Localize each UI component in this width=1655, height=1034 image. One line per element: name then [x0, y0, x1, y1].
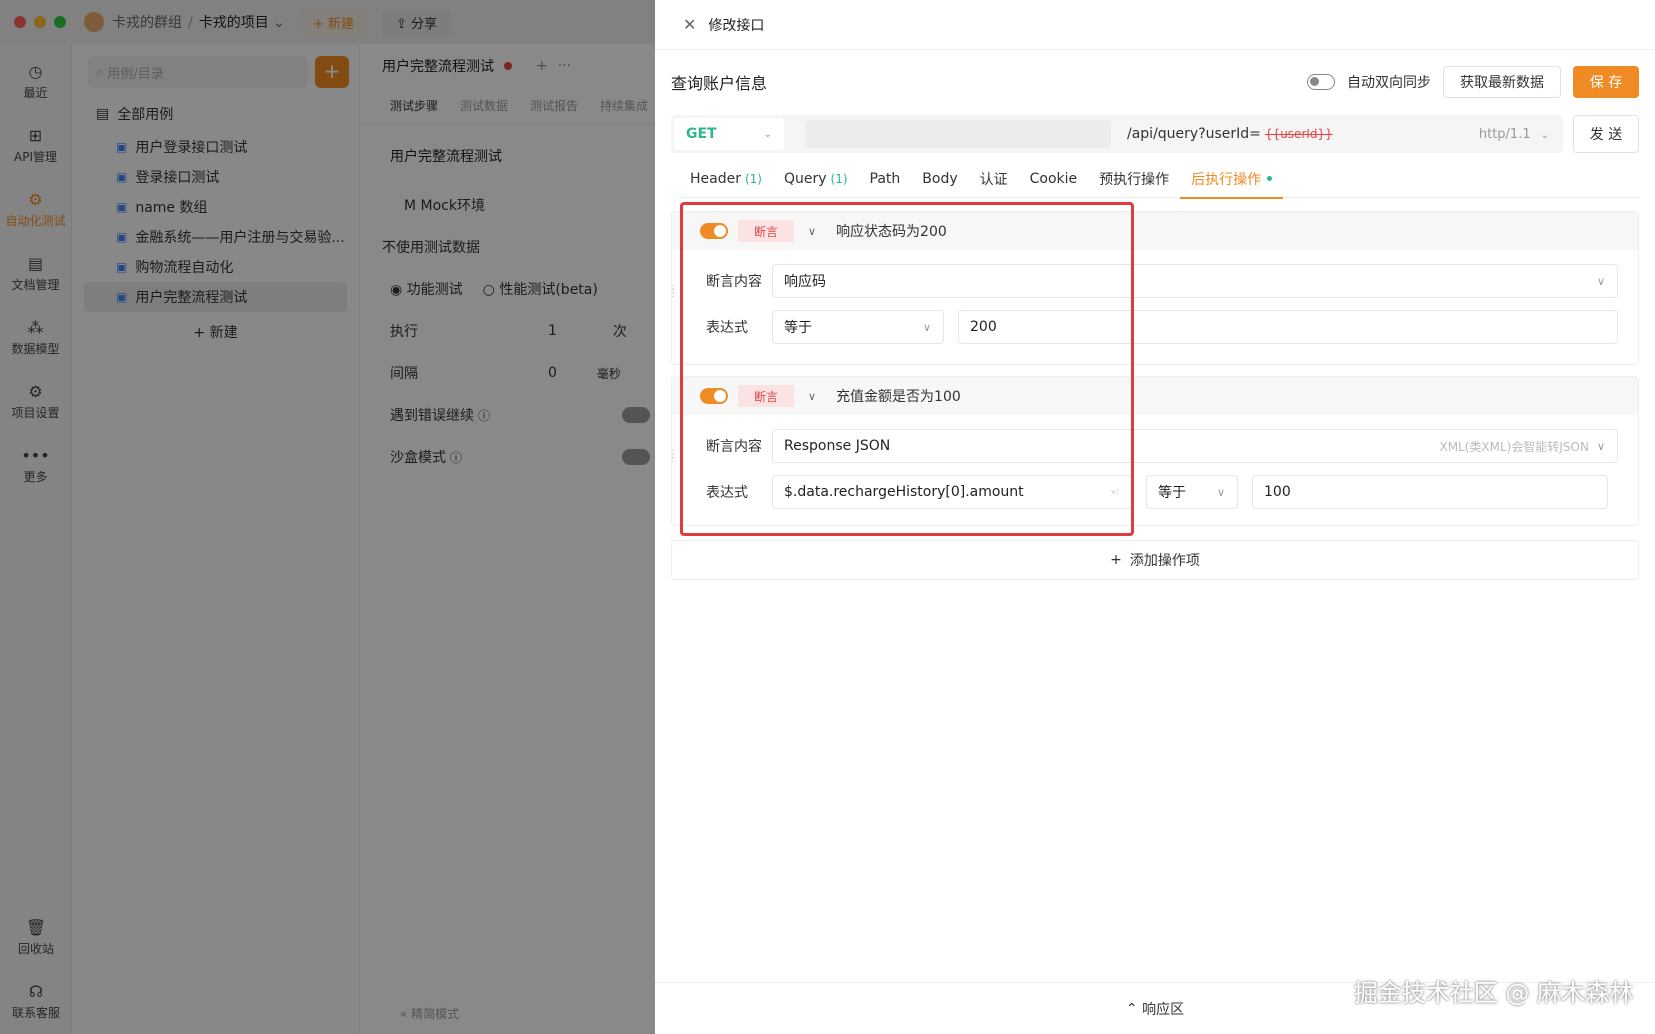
- save-button[interactable]: 保 存: [1573, 66, 1639, 98]
- chevron-down-icon[interactable]: ∨: [808, 225, 816, 238]
- tab-预执行操作[interactable]: 预执行操作: [1088, 160, 1180, 198]
- close-icon[interactable]: ✕: [683, 15, 696, 34]
- expression-row: 表达式 $.data.rechargeHistory[0].amount ☜ 等…: [672, 469, 1638, 515]
- operator-select[interactable]: 等于 ∨: [1146, 475, 1238, 509]
- url-bar: GET ⌄ /api/query?userId= {{userId}} http…: [671, 115, 1563, 153]
- api-header-row: 查询账户信息 自动双向同步 获取最新数据 保 存: [671, 64, 1639, 100]
- expected-value: 200: [970, 319, 997, 335]
- operator-select[interactable]: 等于 ∨: [772, 310, 944, 344]
- tab-label: 认证: [979, 171, 1008, 188]
- chevron-down-icon: ⌄: [763, 128, 772, 140]
- tab-count: (1): [744, 171, 762, 186]
- edit-api-drawer: ✕ 修改接口 查询账户信息 自动双向同步 获取最新数据 保 存 GET ⌄ /a…: [655, 0, 1655, 1034]
- operator-value: 等于: [1158, 485, 1186, 501]
- base-url-field[interactable]: [806, 120, 1111, 148]
- drawer-title: 修改接口: [708, 17, 765, 34]
- tab-认证[interactable]: 认证: [969, 160, 1019, 198]
- tab-query[interactable]: Query (1): [773, 160, 859, 198]
- expression-label: 表达式: [706, 485, 748, 501]
- modal-overlay[interactable]: [0, 0, 655, 1034]
- active-dot: [1267, 176, 1273, 181]
- tab-label: 后执行操作: [1191, 171, 1262, 188]
- op-header: 断言 ∨ 响应状态码为200: [672, 212, 1638, 250]
- op-name[interactable]: 响应状态码为200: [836, 221, 947, 241]
- drawer-header: ✕ 修改接口: [655, 0, 1655, 50]
- assert-content-select[interactable]: Response JSON XML(类XML)会智能转JSON ∨: [772, 429, 1618, 463]
- assert-content-row: 断言内容 响应码 ∨: [672, 258, 1638, 304]
- op-header: 断言 ∨ 充值金额是否为100: [672, 377, 1638, 415]
- op-enable-toggle[interactable]: [700, 388, 728, 404]
- chevron-down-icon: ∨: [1216, 485, 1225, 499]
- add-operation-button[interactable]: + 添加操作项: [671, 540, 1639, 580]
- drag-handle-icon[interactable]: ⋮ ⋮: [668, 450, 678, 464]
- send-button[interactable]: 发 送: [1573, 115, 1639, 153]
- path-input[interactable]: /api/query?userId=: [1127, 126, 1261, 142]
- jsonpath-input[interactable]: $.data.rechargeHistory[0].amount ☜: [772, 475, 1132, 509]
- tab-label: Body: [922, 170, 958, 187]
- post-op-card-1: ⋮ ⋮ 断言 ∨ 响应状态码为200 断言内容 响应码 ∨ 表达式 等于 ∨ 20…: [668, 211, 1639, 365]
- tab-label: Path: [869, 170, 901, 187]
- expected-value: 100: [1264, 484, 1291, 500]
- op-name[interactable]: 充值金额是否为100: [836, 386, 961, 406]
- assert-content-label: 断言内容: [706, 274, 762, 290]
- method-select[interactable]: GET ⌄: [674, 118, 784, 150]
- plus-icon: +: [1110, 552, 1122, 568]
- protocol-select[interactable]: http/1.1 ⌄: [1479, 127, 1549, 142]
- op-enable-toggle[interactable]: [700, 223, 728, 239]
- auto-sync-label: 自动双向同步: [1347, 75, 1431, 91]
- tab-header[interactable]: Header (1): [679, 160, 773, 198]
- tab-label: Query: [783, 170, 827, 187]
- chevron-down-icon: ⌄: [1540, 129, 1549, 141]
- tab-后执行操作[interactable]: 后执行操作: [1180, 160, 1284, 199]
- chevron-down-icon[interactable]: ∨: [808, 390, 816, 403]
- expected-value-input[interactable]: 100: [1252, 475, 1608, 509]
- post-op-card-2: ⋮ ⋮ 断言 ∨ 充值金额是否为100 断言内容 Response JSON XM…: [668, 376, 1639, 526]
- tab-label: Header: [690, 170, 741, 187]
- method-label: GET: [686, 126, 717, 142]
- assert-content-hint: XML(类XML)会智能转JSON: [1439, 439, 1589, 454]
- expected-value-input[interactable]: 200: [958, 310, 1618, 344]
- expression-label: 表达式: [706, 320, 748, 336]
- tab-label: 预执行操作: [1099, 171, 1170, 188]
- url-row: GET ⌄ /api/query?userId= {{userId}} http…: [671, 115, 1639, 153]
- extract-tool-icon[interactable]: ☜: [1109, 486, 1119, 499]
- assert-content-row: 断言内容 Response JSON XML(类XML)会智能转JSON ∨: [672, 423, 1638, 469]
- chevron-down-icon: ∨: [922, 320, 931, 334]
- tab-cookie[interactable]: Cookie: [1019, 160, 1089, 198]
- assert-content-label: 断言内容: [706, 439, 762, 455]
- op-type-badge[interactable]: 断言: [738, 220, 794, 242]
- fetch-latest-button[interactable]: 获取最新数据: [1443, 66, 1561, 98]
- assert-content-value: 响应码: [784, 274, 826, 290]
- tab-path[interactable]: Path: [859, 160, 912, 198]
- chevron-up-icon: ⌃: [1125, 1000, 1143, 1017]
- add-operation-label: 添加操作项: [1129, 553, 1200, 569]
- path-variable: {{userId}}: [1264, 127, 1333, 141]
- chevron-down-icon: ∨: [1596, 439, 1605, 453]
- drag-handle-icon[interactable]: ⋮ ⋮: [668, 285, 678, 299]
- response-area-label: 响应区: [1142, 1001, 1185, 1018]
- api-name: 查询账户信息: [671, 74, 768, 93]
- op-type-badge[interactable]: 断言: [738, 385, 794, 407]
- tab-label: Cookie: [1029, 170, 1078, 187]
- assert-content-select[interactable]: 响应码 ∨: [772, 264, 1618, 298]
- auto-sync-toggle[interactable]: [1307, 74, 1335, 90]
- tab-body[interactable]: Body: [911, 160, 968, 198]
- tab-count: (1): [830, 171, 848, 186]
- chevron-down-icon: ∨: [1596, 274, 1605, 288]
- operator-value: 等于: [784, 320, 812, 336]
- expression-row: 表达式 等于 ∨ 200: [672, 304, 1638, 350]
- request-tabs: Header (1) Query (1) Path Body 认证 Cookie 预执行操作 后执…: [679, 160, 1639, 199]
- watermark: 掘金技术社区 @ 麻木森林: [1353, 979, 1633, 1007]
- jsonpath-value: $.data.rechargeHistory[0].amount: [784, 484, 1024, 500]
- assert-content-value: Response JSON: [784, 438, 891, 454]
- protocol-label: http/1.1: [1478, 126, 1531, 142]
